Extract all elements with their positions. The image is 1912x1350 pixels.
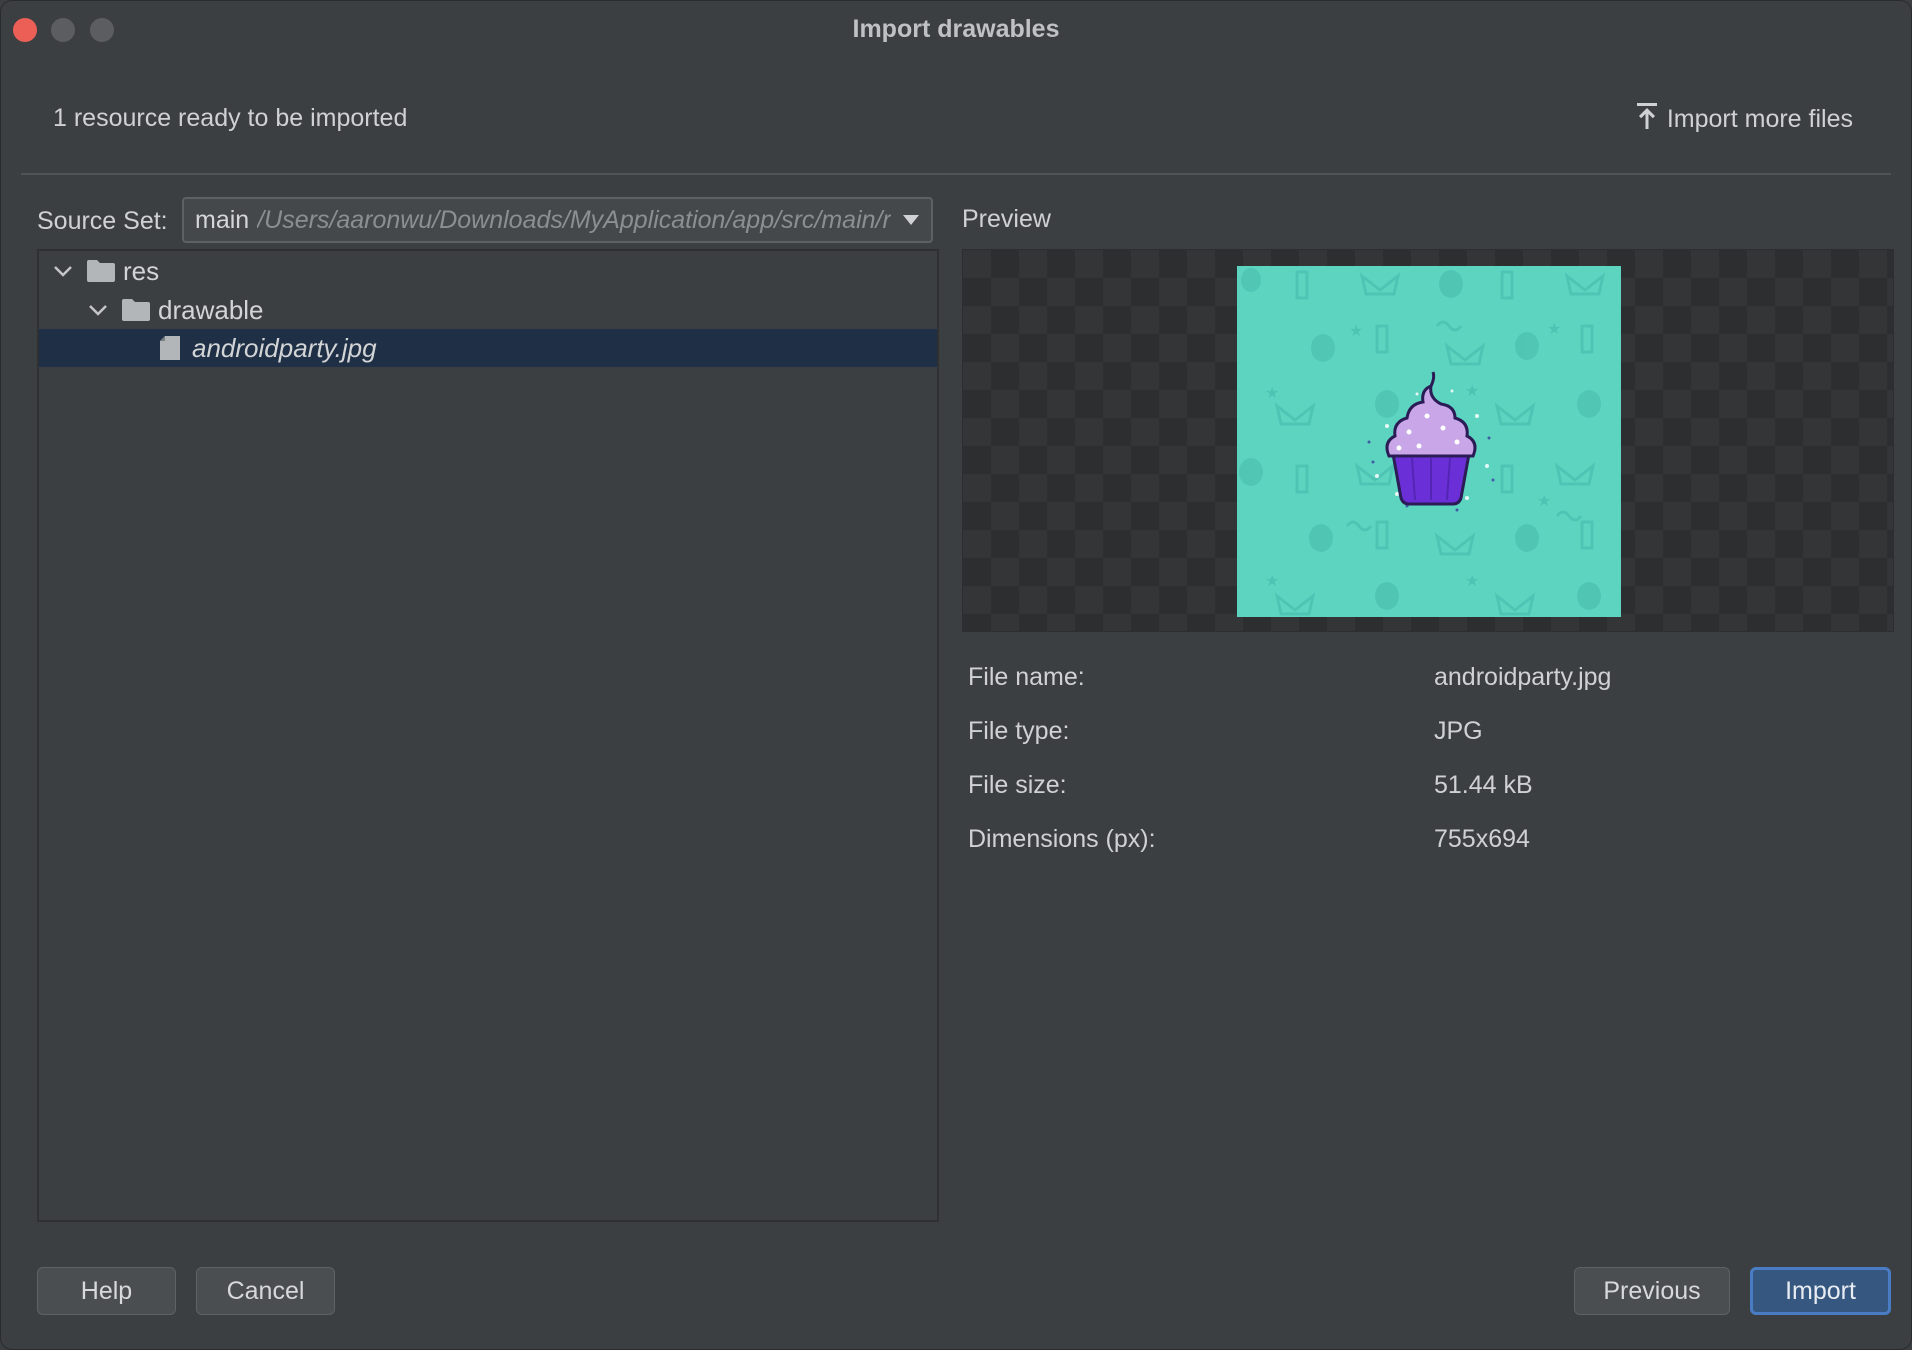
svg-text:★: ★ xyxy=(1349,323,1363,340)
window-title: Import drawables xyxy=(852,15,1060,43)
previous-button[interactable]: Previous xyxy=(1574,1267,1730,1315)
help-button[interactable]: Help xyxy=(37,1267,176,1315)
tree-item-label: drawable xyxy=(158,294,264,325)
source-set-dropdown[interactable]: main /Users/aaronwu/Downloads/MyApplicat… xyxy=(182,197,933,243)
resource-count-text: 1 resource ready to be imported xyxy=(53,104,408,132)
tree-item-res[interactable]: res xyxy=(39,252,937,290)
preview-label: Preview xyxy=(962,205,1051,233)
file-name-label: File name: xyxy=(968,663,1085,691)
title-bar: Import drawables xyxy=(1,1,1911,57)
file-name-row: File name: androidparty.jpg xyxy=(968,663,1888,703)
file-type-value: JPG xyxy=(1434,717,1483,745)
tree-item-label: res xyxy=(123,255,160,286)
file-size-row: File size: 51.44 kB xyxy=(968,771,1888,811)
file-type-row: File type: JPG xyxy=(968,717,1888,757)
chevron-down-icon[interactable] xyxy=(52,260,74,282)
source-set-label: Source Set: xyxy=(37,207,168,235)
tree-item-androidparty-jpg[interactable]: androidparty.jpg xyxy=(39,329,937,367)
tree-item-label: androidparty.jpg xyxy=(192,332,377,363)
chevron-down-icon[interactable] xyxy=(87,299,109,321)
import-button[interactable]: Import xyxy=(1750,1267,1891,1315)
cancel-button[interactable]: Cancel xyxy=(196,1267,335,1315)
dimensions-label: Dimensions (px): xyxy=(968,825,1156,853)
svg-text:★: ★ xyxy=(1265,573,1279,590)
upload-icon xyxy=(1635,101,1659,138)
source-set-name: main xyxy=(195,205,250,234)
header-divider xyxy=(21,173,1891,175)
folder-icon xyxy=(87,260,115,282)
preview-panel: ★ ★ ★ ★ ★ ★ ★ xyxy=(962,249,1894,632)
file-size-value: 51.44 kB xyxy=(1434,771,1533,799)
import-more-files-button[interactable]: Import more files xyxy=(1635,101,1853,137)
file-type-label: File type: xyxy=(968,717,1070,745)
dimensions-value: 755x694 xyxy=(1434,825,1530,853)
svg-text:★: ★ xyxy=(1547,321,1561,338)
dimensions-row: Dimensions (px): 755x694 xyxy=(968,825,1888,865)
file-name-value: androidparty.jpg xyxy=(1434,663,1612,691)
tree-item-drawable[interactable]: drawable xyxy=(39,291,937,329)
svg-text:★: ★ xyxy=(1465,383,1479,400)
folder-icon xyxy=(122,299,150,321)
svg-text:★: ★ xyxy=(1465,573,1479,590)
svg-text:★: ★ xyxy=(1265,385,1279,402)
source-set-path: /Users/aaronwu/Downloads/MyApplication/a… xyxy=(257,205,891,234)
androidparty-image-preview: ★ ★ ★ ★ ★ ★ ★ xyxy=(1237,266,1621,617)
import-more-files-label: Import more files xyxy=(1666,104,1853,133)
resource-tree: res drawable androidparty.jpg xyxy=(37,249,939,1222)
chevron-down-icon xyxy=(891,199,931,241)
svg-text:★: ★ xyxy=(1537,493,1551,510)
file-size-label: File size: xyxy=(968,771,1067,799)
import-drawables-dialog: Import drawables 1 resource ready to be … xyxy=(0,0,1912,1350)
file-icon xyxy=(160,336,180,360)
